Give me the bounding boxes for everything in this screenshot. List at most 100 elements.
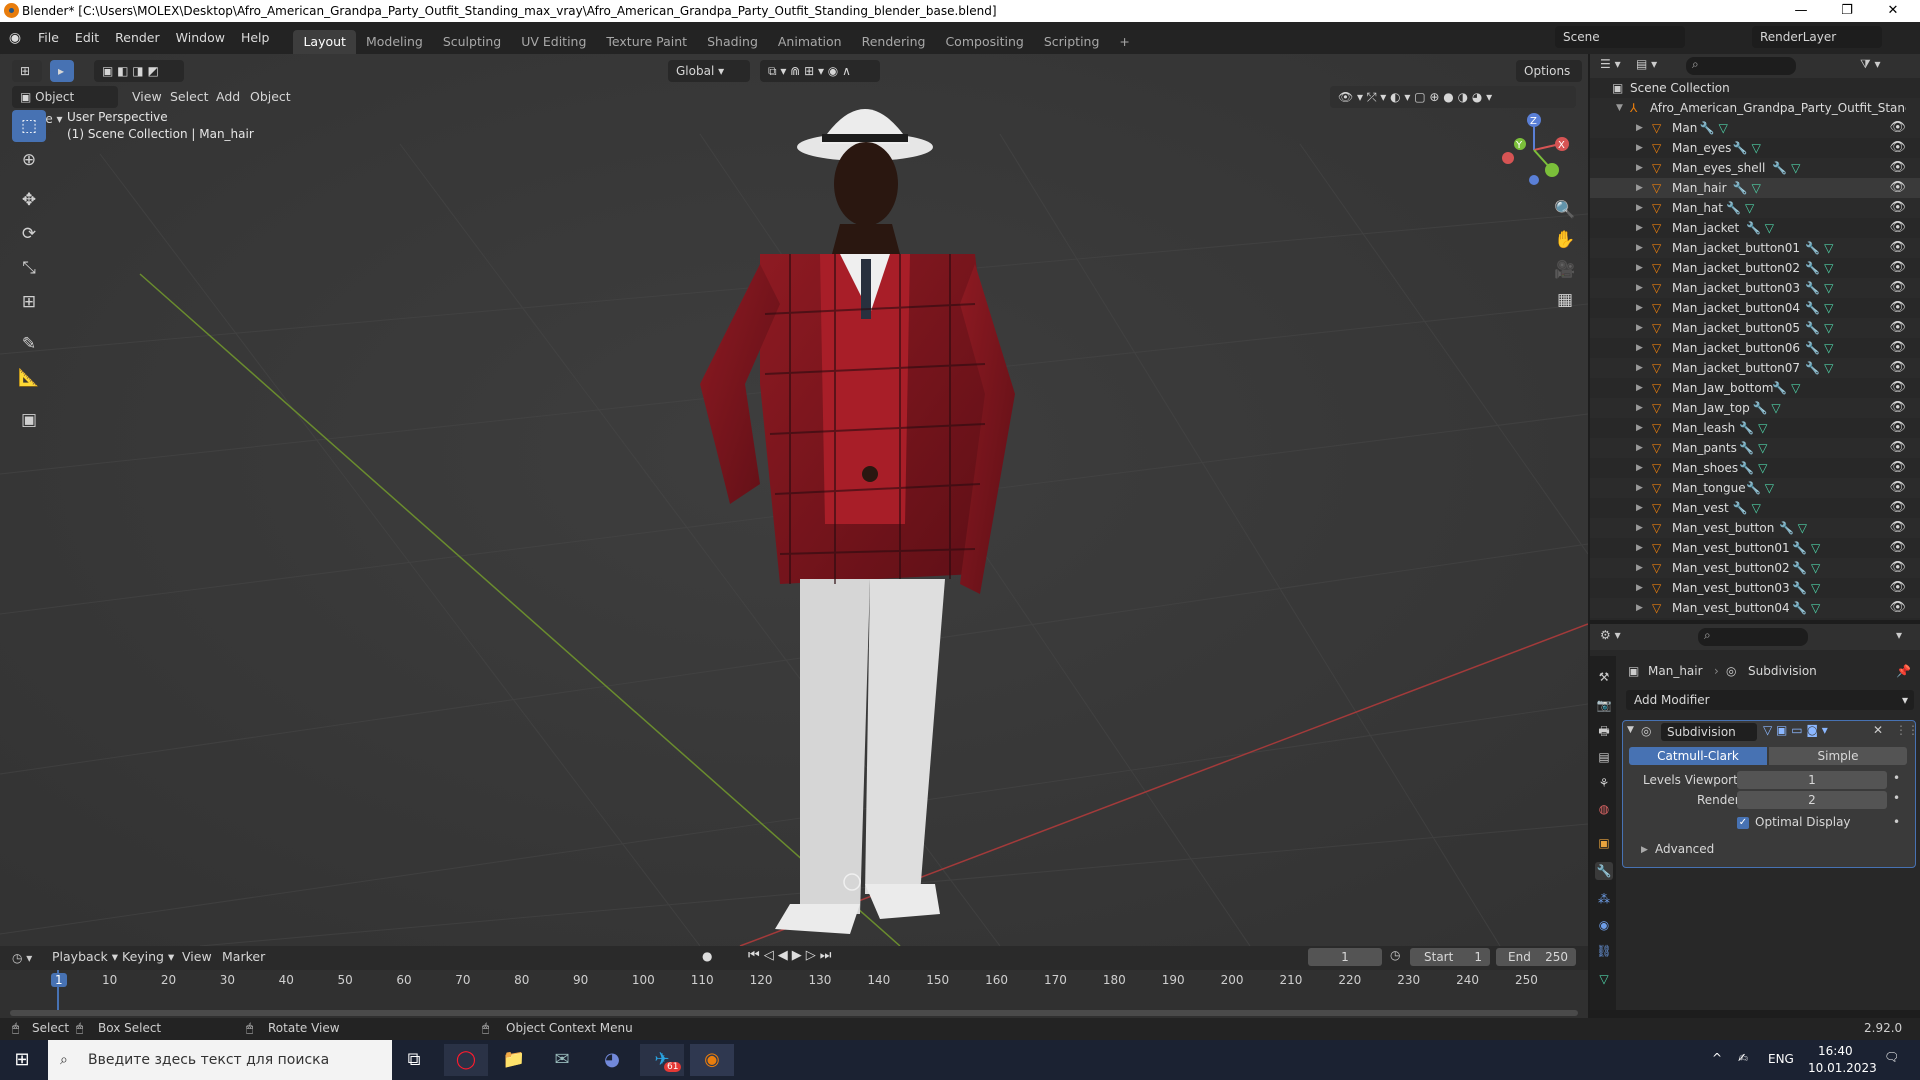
world-tab-icon[interactable]: ◍ — [1595, 800, 1613, 818]
mesh-data-icon[interactable]: ▽ — [1820, 301, 1833, 315]
measure-tool[interactable]: 📐 — [12, 362, 46, 394]
visibility-eye-icon[interactable]: 👁 — [1889, 218, 1906, 238]
timeline-scrubber[interactable]: 1 10 20 30 40 50 60 70 80 90 100 110 120 130 140 150 160… — [0, 970, 1588, 1020]
menu-view[interactable]: View — [132, 86, 162, 108]
mode-selector[interactable]: ▣ Object Mode ▾ — [12, 86, 118, 126]
3d-viewport[interactable]: ⊞ ▸ ▣ ◧ ◨ ◩ Global ▾ ⧉ ▾ ⋒ ⊞ ▾ ◉ ∧ Optio… — [0, 54, 1588, 946]
snap-pivot-buttons[interactable]: ⧉ ▾ ⋒ ⊞ ▾ ◉ ∧ — [760, 60, 880, 82]
view-layer-icon[interactable]: ▤ ▾ — [1636, 57, 1657, 71]
modifier-icon[interactable]: 🔧 — [1792, 581, 1807, 595]
visibility-eye-icon[interactable]: 👁 — [1889, 458, 1906, 478]
expand-icon[interactable]: ▶ — [1636, 458, 1643, 478]
maximize-button[interactable]: ❐ — [1824, 0, 1870, 22]
pen-icon[interactable]: ✍ — [1738, 1051, 1748, 1065]
move-tool[interactable]: ✥ — [12, 184, 46, 216]
simple-button[interactable]: Simple — [1769, 747, 1907, 765]
mesh-data-icon[interactable]: ▽ — [1820, 341, 1833, 355]
expand-icon[interactable]: ▶ — [1636, 138, 1643, 158]
menu-file[interactable]: File — [30, 22, 67, 54]
modifier-icon[interactable]: 🔧 — [1733, 141, 1748, 155]
expand-icon[interactable]: ▶ — [1636, 198, 1643, 218]
outliner-item[interactable]: ▶ ▽ Man_jacket_button03 🔧 ▽ 👁 — [1590, 278, 1920, 298]
mesh-data-icon[interactable]: ▽ — [1794, 521, 1807, 535]
mesh-data-icon[interactable]: ▽ — [1807, 601, 1820, 615]
properties-editor-icon[interactable]: ⚙ ▾ — [1600, 628, 1621, 642]
expand-icon[interactable]: ▶ — [1636, 578, 1643, 598]
visibility-eye-icon[interactable]: 👁 — [1889, 258, 1906, 278]
expand-collapse-icon[interactable]: ▼ — [1616, 98, 1623, 118]
expand-icon[interactable]: ▶ — [1636, 518, 1643, 538]
expand-icon[interactable]: ▶ — [1636, 298, 1643, 318]
ortho-grid-icon[interactable]: ▦ — [1548, 284, 1582, 316]
mesh-data-icon[interactable]: ▽ — [1820, 241, 1833, 255]
outliner-item[interactable]: ▶ ▽ Man_hat 🔧 ▽ 👁 — [1590, 198, 1920, 218]
mail-app-icon[interactable]: ✉ — [540, 1044, 584, 1076]
outliner-item[interactable]: ▶ ▽ Man_vest_button 🔧 ▽ 👁 — [1590, 518, 1920, 538]
modifier-icon[interactable]: 🔧 — [1805, 281, 1820, 295]
modifier-icon[interactable]: 🔧 — [1772, 381, 1787, 395]
outliner-item[interactable]: ▶ ▽ Man_tongue 🔧 ▽ 👁 — [1590, 478, 1920, 498]
camera-view-icon[interactable]: 🎥 — [1548, 254, 1582, 286]
mesh-data-icon[interactable]: ▽ — [1820, 321, 1833, 335]
keyframe-dot-icon[interactable]: • — [1893, 771, 1900, 785]
outliner-search-input[interactable]: ⌕ — [1686, 57, 1796, 75]
outliner-item[interactable]: ▶ ▽ Man_jacket_button05 🔧 ▽ 👁 — [1590, 318, 1920, 338]
visibility-eye-icon[interactable]: 👁 — [1889, 478, 1906, 498]
modifier-icon[interactable]: 🔧 — [1733, 181, 1748, 195]
visibility-eye-icon[interactable]: 👁 — [1889, 298, 1906, 318]
modifier-icon[interactable]: 🔧 — [1739, 441, 1754, 455]
navigation-gizmo[interactable]: Z X Y — [1490, 108, 1570, 188]
outliner-item[interactable]: ▶ ▽ Man_vest_button01 🔧 ▽ 👁 — [1590, 538, 1920, 558]
visibility-eye-icon[interactable]: 👁 — [1889, 238, 1906, 258]
timeline-scrollbar[interactable] — [10, 1010, 1578, 1016]
modifier-tab-icon[interactable]: 🔧 — [1595, 862, 1613, 880]
menu-render[interactable]: Render — [107, 22, 168, 54]
windows-start-icon[interactable]: ⊞ — [0, 1044, 44, 1076]
visibility-eye-icon[interactable]: 👁 — [1889, 578, 1906, 598]
visibility-eye-icon[interactable]: 👁 — [1889, 398, 1906, 418]
keyframe-dot-icon[interactable]: • — [1893, 815, 1900, 829]
expand-icon[interactable]: ▶ — [1636, 178, 1643, 198]
modifier-icon[interactable]: 🔧 — [1805, 361, 1820, 375]
pan-hand-icon[interactable]: ✋ — [1548, 224, 1582, 256]
optimal-display-checkbox[interactable]: ✓ — [1737, 817, 1749, 829]
expand-icon[interactable]: ▶ — [1636, 278, 1643, 298]
visibility-eye-icon[interactable]: 👁 — [1889, 358, 1906, 378]
outliner-item[interactable]: ▶ ▽ Man_jacket_button02 🔧 ▽ 👁 — [1590, 258, 1920, 278]
modifier-icon[interactable]: 🔧 — [1805, 241, 1820, 255]
scene-collection-row[interactable]: ▣ Scene Collection — [1590, 78, 1920, 98]
expand-icon[interactable]: ▶ — [1636, 378, 1643, 398]
levels-viewport-field[interactable]: 1 — [1737, 771, 1887, 789]
mesh-data-icon[interactable]: ▽ — [1768, 401, 1780, 415]
modifier-icon[interactable]: 🔧 — [1805, 341, 1820, 355]
outliner-item[interactable]: ▶ ▽ Man_shoes 🔧 ▽ 👁 — [1590, 458, 1920, 478]
drag-handle-icon[interactable]: ⋮⋮ — [1895, 723, 1919, 737]
modifier-icon[interactable]: 🔧 — [1733, 501, 1748, 515]
outliner-item[interactable]: ▶ ▽ Man_hair 🔧 ▽ 👁 — [1590, 178, 1920, 198]
transform-tool[interactable]: ⊞ — [12, 286, 46, 318]
view-layer-tab-icon[interactable]: ▤ — [1595, 748, 1613, 766]
annotate-tool[interactable]: ✎ — [12, 328, 46, 360]
options-dropdown[interactable]: Options ▾ — [1516, 60, 1582, 100]
constraints-tab-icon[interactable]: ⛓ — [1595, 942, 1613, 960]
catmull-clark-button[interactable]: Catmull-Clark — [1629, 747, 1767, 765]
tab-animation[interactable]: Animation — [768, 30, 852, 54]
cursor-tool[interactable]: ⊕ — [12, 144, 46, 176]
modifier-icon[interactable]: 🔧 — [1792, 561, 1807, 575]
clock-icon[interactable]: ◷ — [1390, 948, 1400, 962]
mesh-data-icon[interactable]: ▽ — [1748, 181, 1761, 195]
advanced-expand-icon[interactable]: ▶ — [1641, 845, 1648, 855]
mesh-data-icon[interactable]: ▽ — [1820, 261, 1833, 275]
outliner-item[interactable]: ▶ ▽ Man_vest_button04 🔧 ▽ 👁 — [1590, 598, 1920, 618]
outliner-item[interactable]: ▶ ▽ Man_pants 🔧 ▽ 👁 — [1590, 438, 1920, 458]
outliner-item[interactable]: ▶ ▽ Man_Jaw_bottom 🔧 ▽ 👁 — [1590, 378, 1920, 398]
menu-add[interactable]: Add — [216, 86, 240, 108]
modifier-icon[interactable]: 🔧 — [1746, 481, 1761, 495]
clock-time[interactable]: 16:40 — [1818, 1044, 1853, 1058]
tab-texture-paint[interactable]: Texture Paint — [596, 30, 697, 54]
expand-icon[interactable]: ▶ — [1636, 498, 1643, 518]
output-tab-icon[interactable]: 🖶 — [1595, 722, 1613, 740]
expand-icon[interactable]: ▶ — [1636, 158, 1643, 178]
mesh-data-icon[interactable]: ▽ — [1807, 561, 1820, 575]
modifier-name-field[interactable]: Subdivision — [1661, 723, 1757, 741]
